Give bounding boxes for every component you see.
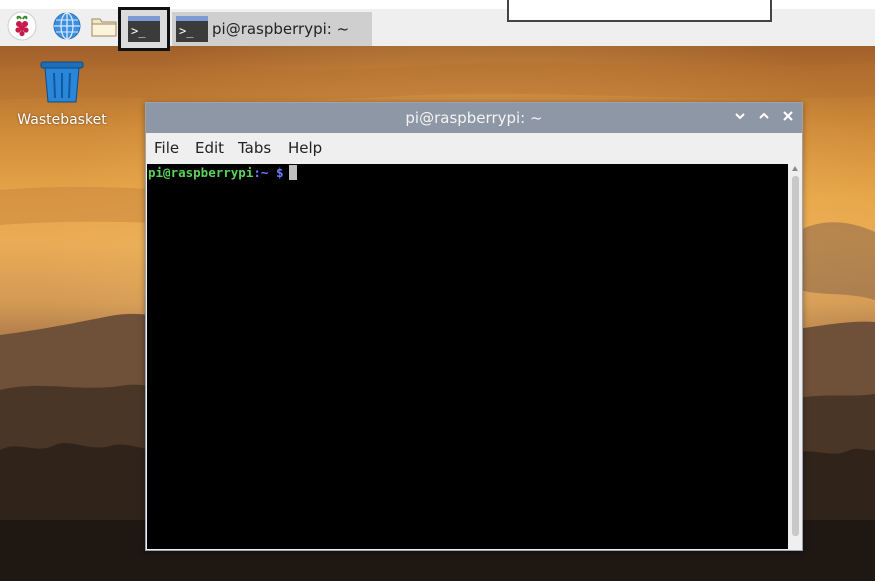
prompt-path: :~ bbox=[253, 165, 269, 180]
desktop-icon-wastebasket[interactable]: Wastebasket bbox=[14, 60, 110, 128]
trash-icon bbox=[39, 61, 85, 108]
terminal-icon: >_ bbox=[128, 16, 160, 42]
close-icon bbox=[782, 111, 794, 126]
taskbar-window-terminal[interactable]: >_ pi@raspberrypi: ~ bbox=[172, 12, 372, 46]
terminal-output-area[interactable]: pi@raspberrypi:~ $ bbox=[147, 164, 788, 549]
prompt-user-host: pi@raspberrypi bbox=[148, 165, 254, 180]
taskbar-window-label: pi@raspberrypi: ~ bbox=[212, 20, 350, 38]
file-manager-button[interactable] bbox=[87, 11, 121, 45]
globe-icon bbox=[52, 11, 82, 45]
menu-help[interactable]: Help bbox=[288, 133, 322, 163]
close-button[interactable] bbox=[780, 110, 796, 126]
applications-menu-button[interactable] bbox=[5, 11, 39, 45]
raspberry-icon bbox=[7, 11, 37, 45]
maximize-button[interactable] bbox=[756, 110, 772, 126]
menu-file[interactable]: File bbox=[154, 133, 179, 163]
minimize-button[interactable] bbox=[732, 110, 748, 126]
terminal-launcher-button[interactable]: >_ bbox=[118, 7, 170, 51]
menu-tabs[interactable]: Tabs bbox=[238, 133, 271, 163]
prompt-symbol: $ bbox=[275, 165, 284, 180]
panel-blank-area bbox=[507, 0, 772, 22]
shell-prompt: pi@raspberrypi:~ $ bbox=[148, 165, 298, 181]
folder-icon bbox=[89, 11, 119, 45]
terminal-window: pi@raspberrypi: ~ File Edit Tabs Help pi… bbox=[145, 102, 803, 551]
window-titlebar[interactable]: pi@raspberrypi: ~ bbox=[146, 103, 802, 133]
chevron-up-icon bbox=[758, 111, 770, 126]
terminal-icon: >_ bbox=[176, 16, 208, 42]
text-cursor bbox=[289, 165, 298, 180]
web-browser-button[interactable] bbox=[50, 11, 84, 45]
scrollbar-thumb[interactable] bbox=[792, 176, 799, 536]
window-title: pi@raspberrypi: ~ bbox=[405, 109, 543, 127]
top-panel: >_ >_ pi@raspberrypi: ~ bbox=[0, 0, 875, 51]
menu-edit[interactable]: Edit bbox=[195, 133, 224, 163]
scroll-up-arrow-icon[interactable] bbox=[792, 166, 798, 171]
menu-bar: File Edit Tabs Help bbox=[146, 133, 802, 163]
chevron-down-icon bbox=[734, 111, 746, 126]
vertical-scrollbar[interactable] bbox=[789, 164, 802, 549]
wastebasket-label: Wastebasket bbox=[17, 112, 107, 128]
